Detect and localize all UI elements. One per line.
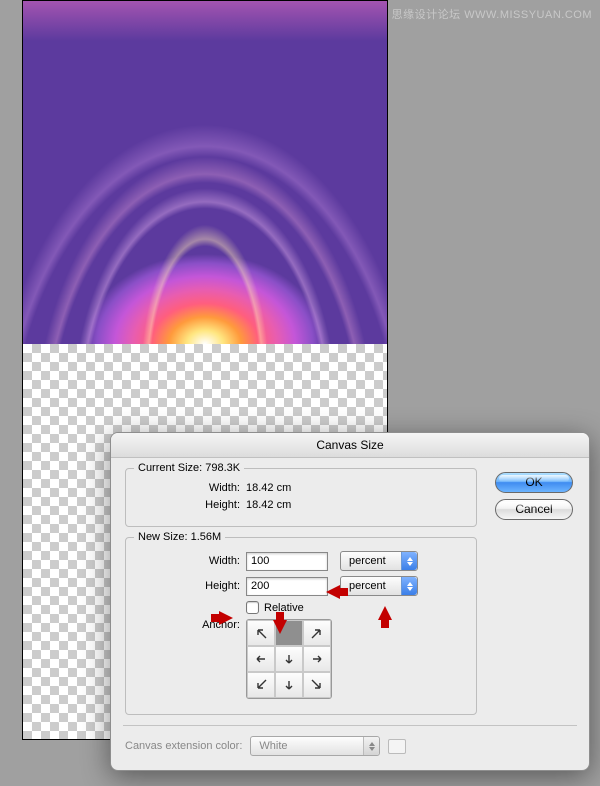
current-width-label: Width: bbox=[138, 482, 246, 494]
stepper-arrows-icon bbox=[363, 737, 379, 755]
anchor-cell-bl[interactable] bbox=[247, 672, 275, 698]
anchor-cell-ml[interactable] bbox=[247, 646, 275, 672]
height-unit-select[interactable]: percent bbox=[340, 576, 418, 596]
width-unit-select[interactable]: percent bbox=[340, 551, 418, 571]
anchor-cell-mc[interactable] bbox=[275, 646, 303, 672]
anchor-grid[interactable] bbox=[246, 619, 332, 699]
anchor-cell-mr[interactable] bbox=[303, 646, 331, 672]
stepper-arrows-icon bbox=[401, 552, 417, 570]
divider bbox=[123, 725, 577, 726]
current-size-legend: Current Size: 798.3K bbox=[134, 462, 244, 474]
cancel-button[interactable]: Cancel bbox=[495, 499, 573, 520]
anchor-cell-bc[interactable] bbox=[275, 672, 303, 698]
ok-button[interactable]: OK bbox=[495, 472, 573, 493]
annotation-arrow-icon bbox=[273, 620, 287, 634]
dialog-title: Canvas Size bbox=[111, 433, 589, 458]
new-size-group: New Size: 1.56M Width: percent Height: p… bbox=[125, 537, 477, 715]
canvas-size-dialog: Canvas Size OK Cancel Current Size: 798.… bbox=[110, 432, 590, 771]
current-height-value: 18.42 cm bbox=[246, 499, 291, 511]
annotation-arrow-icon bbox=[378, 606, 392, 620]
extension-color-label: Canvas extension color: bbox=[125, 740, 242, 752]
anchor-cell-tr[interactable] bbox=[303, 620, 331, 646]
relative-checkbox[interactable] bbox=[246, 601, 259, 614]
width-input[interactable] bbox=[246, 552, 328, 571]
height-unit-value: percent bbox=[349, 580, 386, 592]
annotation-arrow-icon bbox=[326, 585, 340, 599]
current-size-group: Current Size: 798.3K Width: 18.42 cm Hei… bbox=[125, 468, 477, 527]
current-height-label: Height: bbox=[138, 499, 246, 511]
watermark-text: 思缘设计论坛 WWW.MISSYUAN.COM bbox=[392, 6, 592, 22]
artwork-image bbox=[23, 1, 387, 344]
stepper-arrows-icon bbox=[401, 577, 417, 595]
anchor-cell-tl[interactable] bbox=[247, 620, 275, 646]
new-height-label: Height: bbox=[138, 580, 246, 592]
current-width-value: 18.42 cm bbox=[246, 482, 291, 494]
extension-color-select[interactable]: White bbox=[250, 736, 380, 756]
width-unit-value: percent bbox=[349, 555, 386, 567]
extension-color-swatch[interactable] bbox=[388, 739, 406, 754]
new-size-legend: New Size: 1.56M bbox=[134, 531, 225, 543]
extension-color-value: White bbox=[259, 740, 287, 752]
height-input[interactable] bbox=[246, 577, 328, 596]
annotation-arrow-icon bbox=[219, 611, 233, 625]
anchor-cell-br[interactable] bbox=[303, 672, 331, 698]
new-width-label: Width: bbox=[138, 555, 246, 567]
